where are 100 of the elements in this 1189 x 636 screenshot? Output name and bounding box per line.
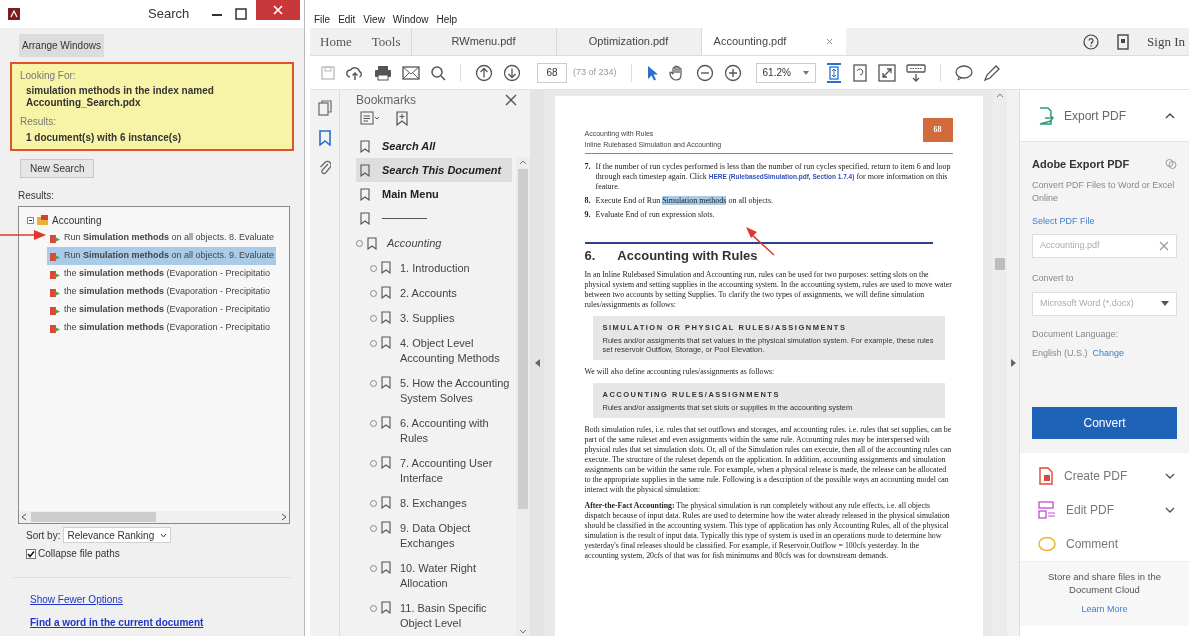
- mail-icon[interactable]: [402, 65, 420, 80]
- keyboard-icon[interactable]: [905, 63, 926, 82]
- result-item[interactable]: Run Simulation methods on all objects. 9. Evaluate: [47, 247, 277, 265]
- result-page-icon: [49, 304, 61, 316]
- option-link[interactable]: Show Fewer Options: [30, 592, 123, 607]
- results-summary: 1 document(s) with 6 instance(s): [25, 131, 183, 145]
- close-button[interactable]: [504, 93, 518, 107]
- pen-icon[interactable]: [982, 63, 1001, 82]
- change-link[interactable]: Change: [1092, 347, 1125, 361]
- result-item[interactable]: the simulation methods (Evaporation - Precipitatio: [47, 319, 273, 337]
- document-tab[interactable]: RWmenu.pdf: [410, 28, 556, 55]
- rotate-page-icon[interactable]: [851, 63, 868, 82]
- bookmark-icon: [381, 376, 391, 389]
- options-menu-icon[interactable]: [360, 111, 380, 125]
- tool-item[interactable]: Create PDF: [1038, 458, 1175, 493]
- scrollbar-thumb[interactable]: [518, 169, 528, 509]
- pages-icon[interactable]: [317, 100, 332, 116]
- scrollbar-thumb[interactable]: [31, 512, 156, 522]
- zoom-in-icon[interactable]: [723, 63, 742, 82]
- full-screen-icon[interactable]: [877, 63, 896, 82]
- expand-toggle-icon: [370, 290, 377, 297]
- new-search-button[interactable]: New Search: [20, 159, 95, 178]
- bookmark-item[interactable]: 1. Introduction: [400, 261, 510, 276]
- bookmark-item[interactable]: 3. Supplies: [400, 311, 510, 326]
- language-label: Document Language:: [1032, 327, 1120, 341]
- pointer-icon[interactable]: [645, 64, 658, 81]
- sort-dropdown[interactable]: Relevance Ranking: [63, 527, 172, 543]
- result-text: the simulation methods (Evaporation - Precipitatio: [64, 267, 271, 281]
- sign-in-link[interactable]: Sign In: [1147, 31, 1185, 52]
- result-document[interactable]: Accounting: [52, 212, 102, 228]
- result-item[interactable]: the simulation methods (Evaporation - Precipitatio: [47, 265, 273, 283]
- bookmark-item[interactable]: Search All: [356, 134, 512, 158]
- bookmark-item[interactable]: 5. How the Accounting System Solves: [400, 376, 510, 406]
- expand-right-icon[interactable]: [1010, 359, 1016, 367]
- comment-icon[interactable]: [954, 64, 973, 81]
- section-number: 6.: [584, 247, 596, 265]
- bookmark-item[interactable]: 6. Accounting with Rules: [400, 416, 510, 446]
- fit-page-icon[interactable]: [825, 62, 842, 83]
- tool-item[interactable]: Comment: [1038, 526, 1175, 561]
- menu-item[interactable]: File: [314, 11, 331, 27]
- nav-tab[interactable]: Tools: [361, 28, 411, 55]
- tool-item[interactable]: Edit PDF: [1038, 492, 1175, 527]
- bookmark-item[interactable]: 10. Water Right Allocation: [400, 561, 510, 591]
- convert-button[interactable]: Convert: [1032, 406, 1177, 439]
- expand-toggle-icon: [370, 500, 377, 507]
- menu-item[interactable]: View: [363, 11, 385, 27]
- bookmark-item[interactable]: 11. Basin Specific Object Level: [400, 601, 510, 631]
- search-icon[interactable]: [430, 64, 446, 81]
- result-page-icon: [49, 286, 61, 298]
- bookmark-item[interactable]: 9. Data Object Exchanges: [400, 521, 510, 551]
- option-link[interactable]: Find a word in the current document: [30, 615, 204, 630]
- document-tab[interactable]: Accounting.pdf: [700, 28, 846, 55]
- zoom-dropdown[interactable]: 61.2%: [755, 62, 816, 83]
- arrow-up-circle-icon[interactable]: [475, 63, 493, 82]
- bookmark-item[interactable]: 7. Accounting User Interface: [400, 456, 510, 486]
- result-item[interactable]: the simulation methods (Evaporation - Precipitatio: [47, 283, 273, 301]
- caret-down-icon: [802, 70, 809, 75]
- arrow-down-circle-icon[interactable]: [503, 63, 521, 82]
- new-bookmark-icon[interactable]: [394, 110, 410, 126]
- bookmark-icon: [381, 261, 391, 274]
- bookmark-icon: [360, 187, 370, 201]
- result-text: the simulation methods (Evaporation - Precipitatio: [64, 321, 271, 335]
- edit-pdf-icon: [1038, 500, 1056, 519]
- looking-for-label: Looking For:: [20, 69, 77, 83]
- document-tab[interactable]: Optimization.pdf: [555, 28, 701, 55]
- caret-down-icon: [1161, 301, 1169, 306]
- sort-label: Sort by:: [26, 528, 61, 543]
- bookmark-item[interactable]: Main Menu: [356, 182, 512, 206]
- bookmark-icon: [360, 163, 370, 177]
- bookmark-item[interactable]: Search This Document: [356, 158, 512, 182]
- menu-item[interactable]: Edit: [338, 11, 356, 27]
- result-item[interactable]: Run Simulation methods on all objects. 8. Evaluate: [47, 229, 277, 247]
- select-file-link[interactable]: Select PDF File: [1032, 214, 1177, 228]
- maximize-button[interactable]: [234, 7, 248, 21]
- mobile-device-icon[interactable]: [1117, 33, 1130, 50]
- zoom-out-icon[interactable]: [695, 63, 714, 82]
- close-button[interactable]: [256, 0, 300, 20]
- result-item[interactable]: the simulation methods (Evaporation - Precipitatio: [47, 301, 273, 319]
- close-icon: [273, 5, 283, 15]
- bookmark-rule: [382, 217, 427, 219]
- bookmark-item[interactable]: 8. Exchanges: [400, 496, 510, 511]
- help-icon[interactable]: [1083, 33, 1100, 50]
- scrollbar-thumb[interactable]: [995, 258, 1005, 270]
- nav-tab[interactable]: Home: [310, 28, 362, 55]
- bookmark-icon[interactable]: [318, 130, 331, 146]
- menu-item[interactable]: Window: [392, 11, 429, 27]
- bookmark-item[interactable]: Accounting: [387, 234, 442, 252]
- cloud-upload-icon[interactable]: [346, 64, 364, 81]
- bookmark-item[interactable]: 2. Accounts: [400, 286, 510, 301]
- page-number-field[interactable]: 68: [537, 62, 567, 83]
- checkbox[interactable]: [26, 548, 36, 559]
- arrange-windows-button[interactable]: Arrange Windows: [19, 34, 104, 57]
- scroll-right-icon: [281, 513, 287, 521]
- print-icon[interactable]: [374, 64, 392, 81]
- learn-more-link[interactable]: Learn More: [1081, 602, 1128, 616]
- annotation-arrow: [0, 230, 46, 240]
- menu-item[interactable]: Help: [436, 11, 457, 27]
- collapse-left-icon[interactable]: [534, 359, 540, 367]
- paperclip-icon[interactable]: [318, 160, 331, 176]
- bookmark-item[interactable]: 4. Object Level Accounting Methods: [400, 336, 510, 366]
